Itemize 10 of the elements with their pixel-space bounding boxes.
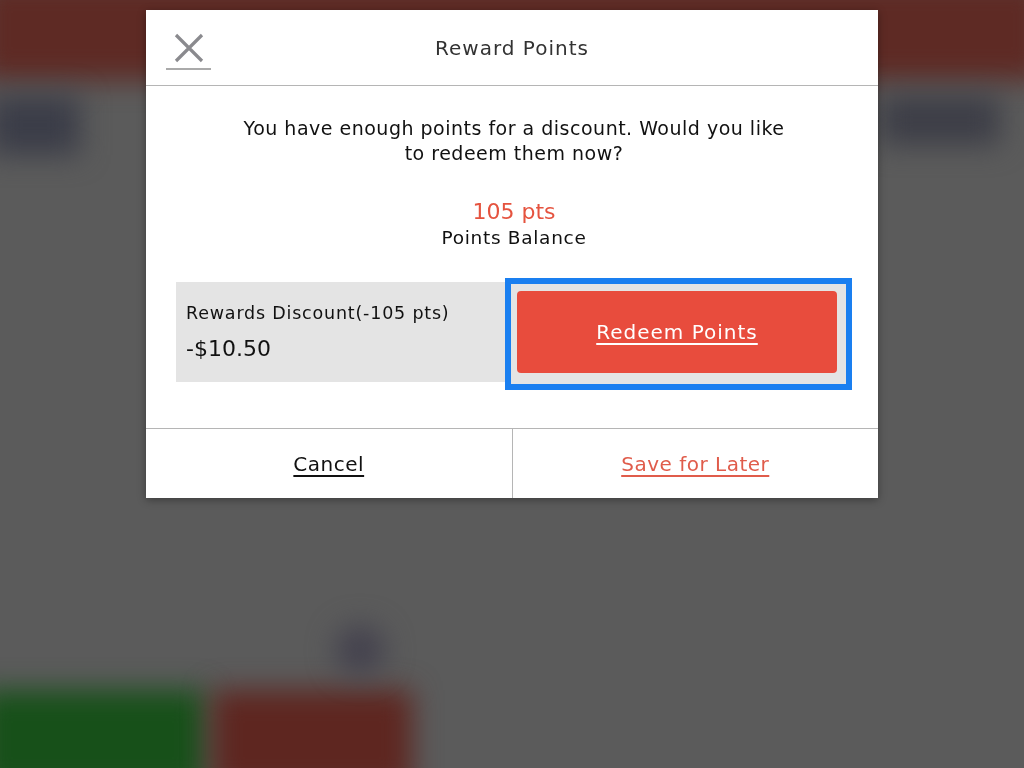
dialog-message: You have enough points for a discount. Would you like to redeem them now? xyxy=(242,116,786,166)
cancel-link[interactable]: Cancel xyxy=(146,429,512,498)
close-icon xyxy=(173,33,204,63)
points-value: 105 pts xyxy=(472,198,556,226)
points-label: Points Balance xyxy=(441,226,587,250)
discount-label: Rewards Discount(-105 pts) xyxy=(186,301,450,325)
redeem-points-button[interactable]: Redeem Points xyxy=(517,291,837,373)
dialog-title: Reward Points xyxy=(435,35,589,62)
save-for-later-link[interactable]: Save for Later xyxy=(511,429,878,498)
discount-amount: -$10.50 xyxy=(186,334,271,363)
